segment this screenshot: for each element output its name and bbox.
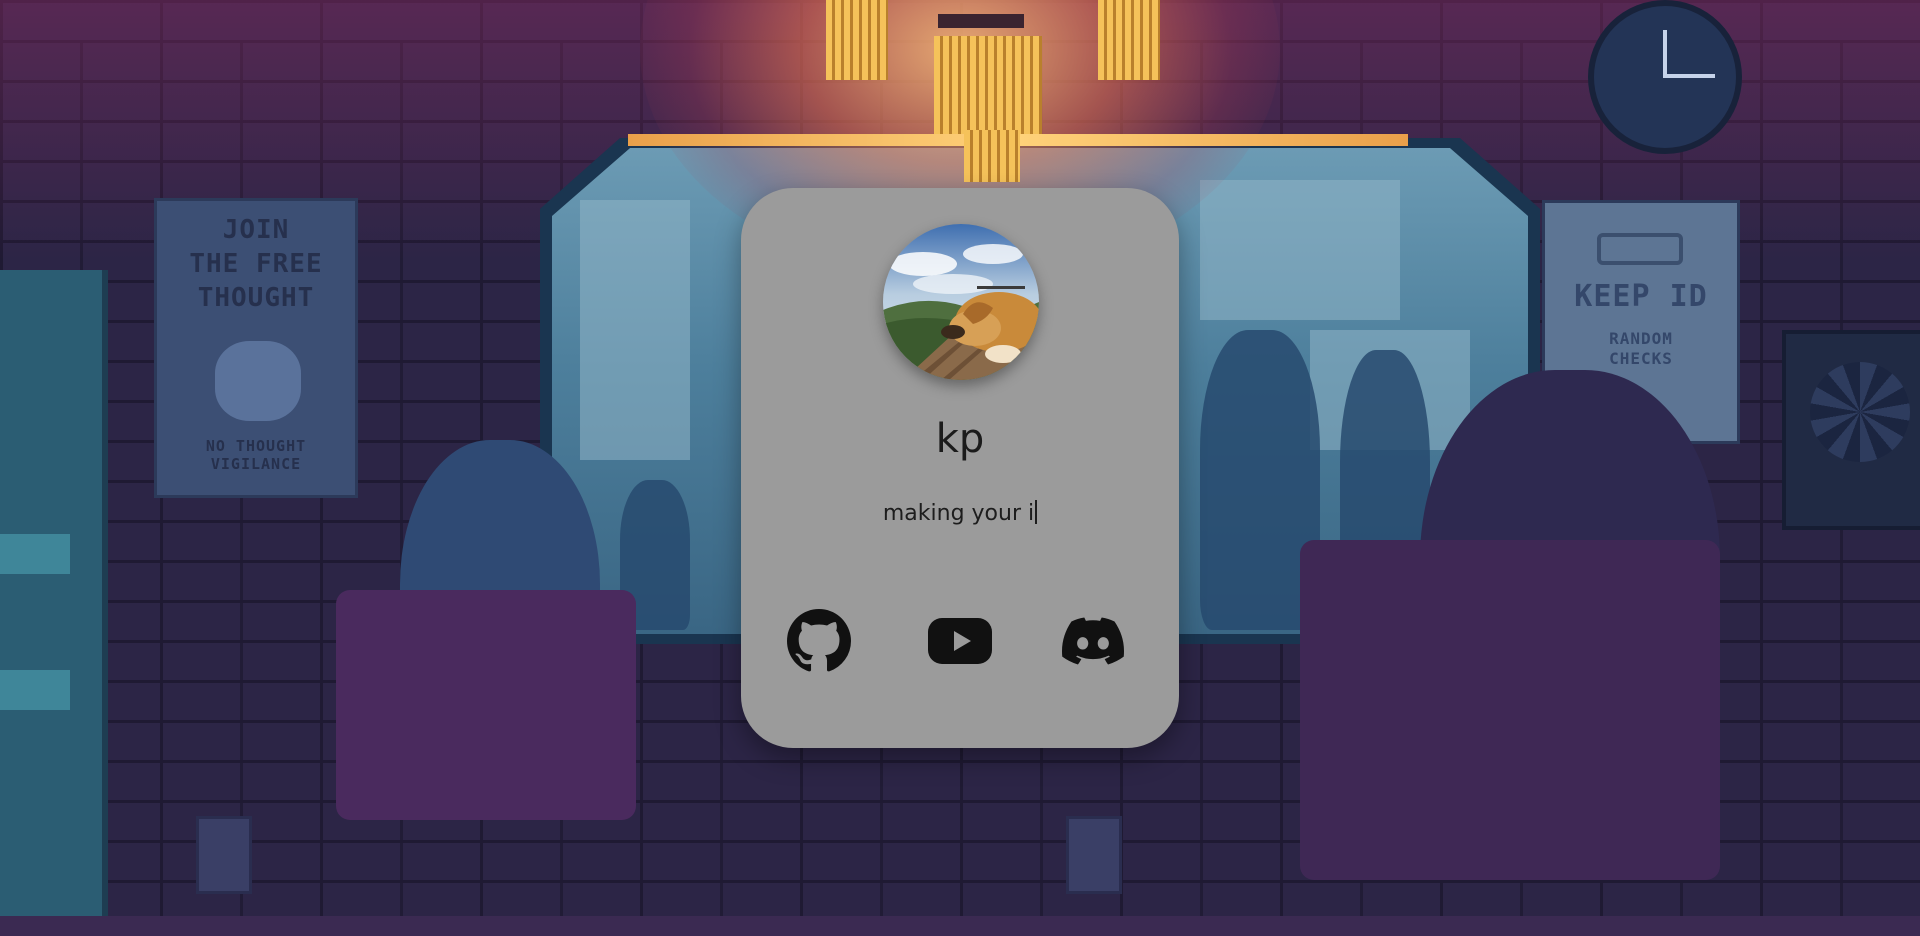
discord-icon [1062, 617, 1124, 665]
profile-tagline: making your i [741, 500, 1179, 526]
wall-fan-unit [1782, 330, 1920, 530]
profile-name: kp [935, 416, 985, 462]
typing-cursor [1035, 500, 1038, 524]
wall-clock [1588, 0, 1742, 154]
poster-headline: THOUGHT [197, 283, 315, 313]
poster-join-free-thought: JOIN THE FREE THOUGHT NO THOUGHT VIGILAN… [154, 198, 358, 498]
poster-fist-icon [215, 341, 301, 421]
poster-footer: RANDOM [1609, 329, 1673, 348]
lamp-shade [934, 36, 1042, 134]
poster-footer: CHECKS [1609, 349, 1673, 368]
city-building [580, 200, 690, 460]
lamp-shade [826, 0, 888, 80]
floor-strip [0, 916, 1920, 936]
youtube-link[interactable] [927, 608, 993, 674]
youtube-icon [928, 618, 992, 664]
github-icon [787, 609, 851, 672]
wall-outlet [1066, 816, 1122, 894]
door-panel [0, 670, 70, 710]
poster-footer: VIGILANCE [210, 455, 302, 473]
poster-keyboard-icon [1597, 233, 1683, 265]
door-panel [0, 534, 70, 574]
chair-right [1300, 540, 1720, 880]
city-building [1200, 180, 1400, 320]
fan-icon [1810, 362, 1910, 462]
discord-link[interactable] [1060, 608, 1126, 674]
clock-hand [1665, 74, 1715, 78]
poster-headline: JOIN [222, 215, 290, 245]
door [0, 270, 108, 936]
lamp-shade [1098, 0, 1160, 80]
typed-text: making your i [882, 501, 1035, 526]
github-link[interactable] [786, 608, 852, 674]
poster-footer: NO THOUGHT [205, 437, 307, 455]
dog-photo-icon [883, 224, 1039, 380]
profile-card: kp making your i [741, 188, 1179, 748]
avatar [883, 224, 1039, 380]
poster-headline: KEEP ID [1574, 279, 1708, 314]
chair-left [336, 590, 636, 820]
wall-outlet [196, 816, 252, 894]
lamp-rod [938, 14, 1024, 28]
poster-headline: THE FREE [189, 249, 323, 279]
lamp-shade [964, 130, 1020, 182]
clock-hand [1663, 30, 1667, 78]
